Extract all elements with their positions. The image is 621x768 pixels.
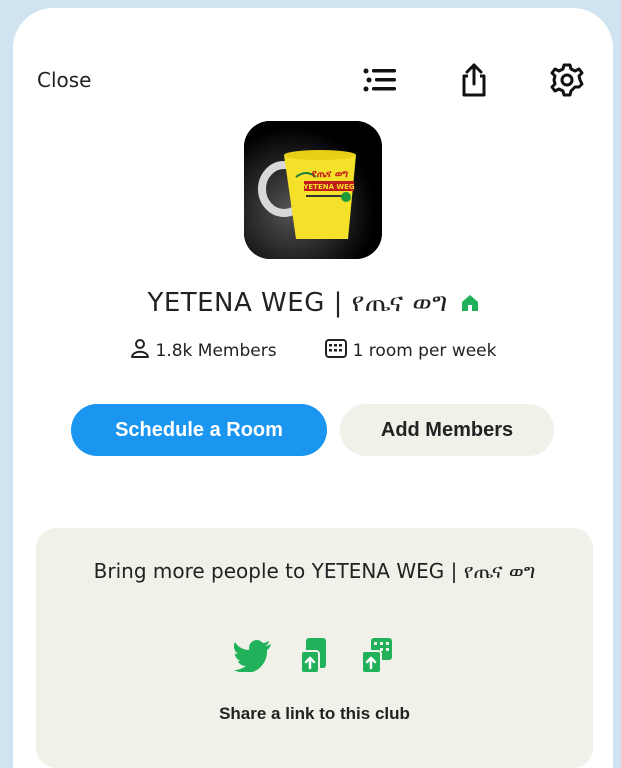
list-icon[interactable] <box>360 60 400 100</box>
calendar-icon <box>324 338 347 363</box>
club-stats: 1.8k Members 1 room per week <box>13 338 613 363</box>
share-sms-icon[interactable] <box>295 636 335 676</box>
mug-text-latin: YETENA WEG <box>302 183 355 191</box>
club-avatar: የጤና ወግ YETENA WEG <box>244 121 382 259</box>
close-button[interactable]: Close <box>37 68 91 92</box>
schedule-room-button[interactable]: Schedule a Room <box>71 404 327 456</box>
club-name: YETENA WEG | የጤና ወግ <box>147 288 448 318</box>
members-count: 1.8k Members <box>155 340 277 361</box>
promo-text: Bring more people to YETENA WEG | የጤና ወግ <box>93 559 536 583</box>
share-link-label[interactable]: Share a link to this club <box>36 704 593 724</box>
mug-text-amharic: የጤና ወግ <box>312 169 348 180</box>
add-members-button[interactable]: Add Members <box>340 404 554 456</box>
schedule-frequency: 1 room per week <box>352 340 497 361</box>
club-sheet: Close የጤና ወግ YETENA WEG YETENA WEG | የጤና… <box>13 8 613 768</box>
home-icon <box>461 289 479 319</box>
share-icons-row <box>36 636 593 676</box>
members-stat[interactable]: 1.8k Members <box>130 338 277 363</box>
share-promo-card: Bring more people to YETENA WEG | የጤና ወግ <box>36 528 593 768</box>
settings-icon[interactable] <box>547 60 587 100</box>
club-title: YETENA WEG | የጤና ወግ <box>13 288 613 319</box>
twitter-icon[interactable] <box>233 636 273 676</box>
schedule-stat: 1 room per week <box>324 338 497 363</box>
person-icon <box>130 338 150 363</box>
top-bar: Close <box>13 8 613 97</box>
share-icon[interactable] <box>454 60 494 100</box>
share-copy-icon[interactable] <box>357 636 397 676</box>
